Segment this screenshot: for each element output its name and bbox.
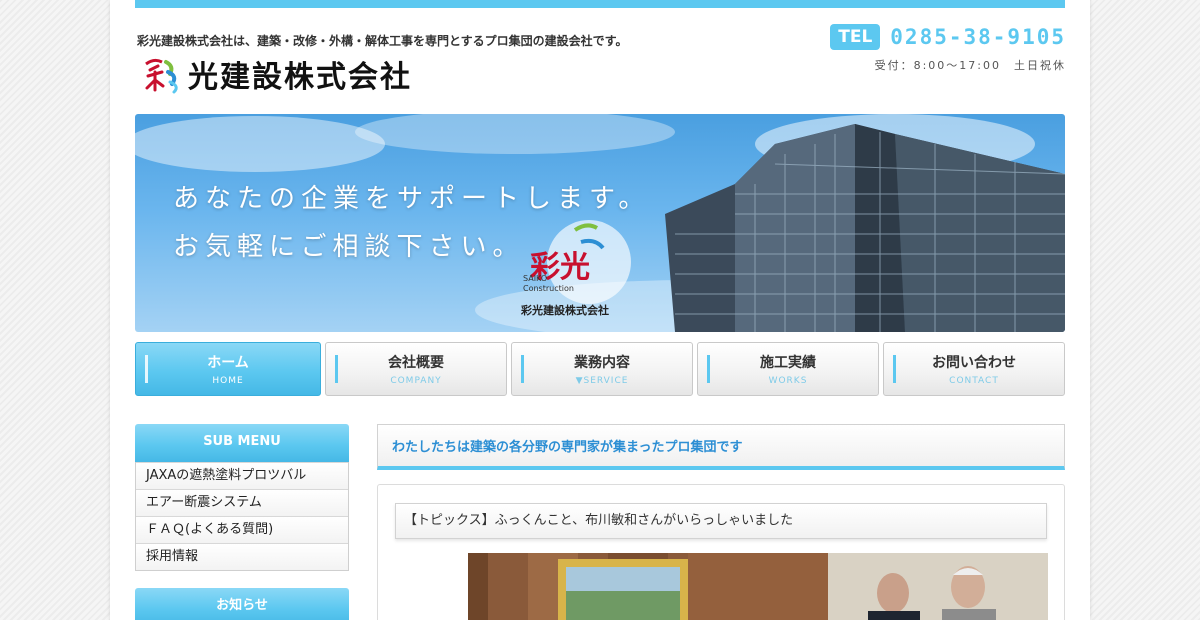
nav-label: お問い合わせ: [932, 355, 1016, 371]
submenu-item-air-isolation[interactable]: エアー断震システム: [136, 489, 348, 516]
nav-home[interactable]: ホーム HOME: [135, 342, 321, 396]
tel-number[interactable]: 0285-38-9105: [890, 25, 1066, 49]
submenu-header: SUB MENU: [135, 424, 349, 462]
nav-sublabel: CONTACT: [949, 376, 999, 386]
hero-logo-en2: Construction: [523, 284, 574, 293]
nav-company[interactable]: 会社概要 COMPANY: [325, 342, 507, 396]
site-logo[interactable]: 光建設株式会社: [140, 52, 412, 96]
topic-post: 【トピックス】ふっくんこと、布川敏和さんがいらっしゃいました: [377, 484, 1065, 620]
nav-sublabel: WORKS: [768, 376, 808, 386]
topic-title[interactable]: 【トピックス】ふっくんこと、布川敏和さんがいらっしゃいました: [395, 503, 1047, 539]
main-content: わたしたちは建築の各分野の専門家が集まったプロ集団です 【トピックス】ふっくんこ…: [377, 424, 1065, 620]
header-tagline: 彩光建設株式会社は、建築・改修・外構・解体工事を専門とするプロ集団の建設会社です…: [137, 34, 628, 48]
submenu-list: JAXAの遮熱塗料プロツバル エアー断震システム ＦＡＱ(よくある質問) 採用情…: [135, 462, 349, 571]
topic-photo-image: [468, 553, 1048, 620]
submenu-item-recruit[interactable]: 採用情報: [136, 543, 348, 570]
nav-works[interactable]: 施工実績 WORKS: [697, 342, 879, 396]
nav-contact[interactable]: お問い合わせ CONTACT: [883, 342, 1065, 396]
nav-label: 業務内容: [574, 355, 630, 371]
top-accent-bar: [135, 0, 1065, 8]
hero-headline-2: お気軽にご相談下さい。: [173, 232, 525, 262]
logo-mark-icon: [145, 58, 178, 94]
hero-headline-1: あなたの企業をサポートします。: [173, 184, 651, 214]
submenu-item-jaxa[interactable]: JAXAの遮熱塗料プロツバル: [136, 462, 348, 489]
tel-badge: TEL: [830, 24, 881, 50]
hero-illustration: [135, 114, 1065, 332]
news-header: お知らせ: [135, 588, 349, 620]
nav-label: ホーム: [207, 355, 249, 371]
nav-sublabel: COMPANY: [390, 376, 442, 386]
sidebar: SUB MENU JAXAの遮熱塗料プロツバル エアー断震システム ＦＡＱ(よく…: [135, 424, 349, 620]
hero-banner: あなたの企業をサポートします。 お気軽にご相談下さい。 彩光 SAIKO Con…: [135, 114, 1065, 332]
submenu-item-faq[interactable]: ＦＡＱ(よくある質問): [136, 516, 348, 543]
business-hours: 受付：8:00〜17:00 土日祝休: [874, 59, 1066, 72]
nav-sublabel: HOME: [212, 376, 244, 386]
nav-label: 施工実績: [760, 355, 816, 371]
nav-label: 会社概要: [388, 355, 444, 371]
page-container: 彩光建設株式会社は、建築・改修・外構・解体工事を専門とするプロ集団の建設会社です…: [110, 0, 1090, 620]
nav-service[interactable]: 業務内容 ▼SERVICE: [511, 342, 693, 396]
logo-text: 光建設株式会社: [188, 60, 412, 95]
tel-box[interactable]: TEL 0285-38-9105: [830, 24, 1066, 50]
hero-logo-en1: SAIKO: [523, 274, 548, 283]
topic-photo: [468, 553, 1048, 620]
main-title: わたしたちは建築の各分野の専門家が集まったプロ集団です: [377, 424, 1065, 470]
nav-sublabel: ▼SERVICE: [575, 376, 629, 386]
global-nav: ホーム HOME 会社概要 COMPANY 業務内容 ▼SERVICE 施工実績…: [135, 342, 1065, 396]
hero-logo-company: 彩光建設株式会社: [521, 304, 609, 317]
